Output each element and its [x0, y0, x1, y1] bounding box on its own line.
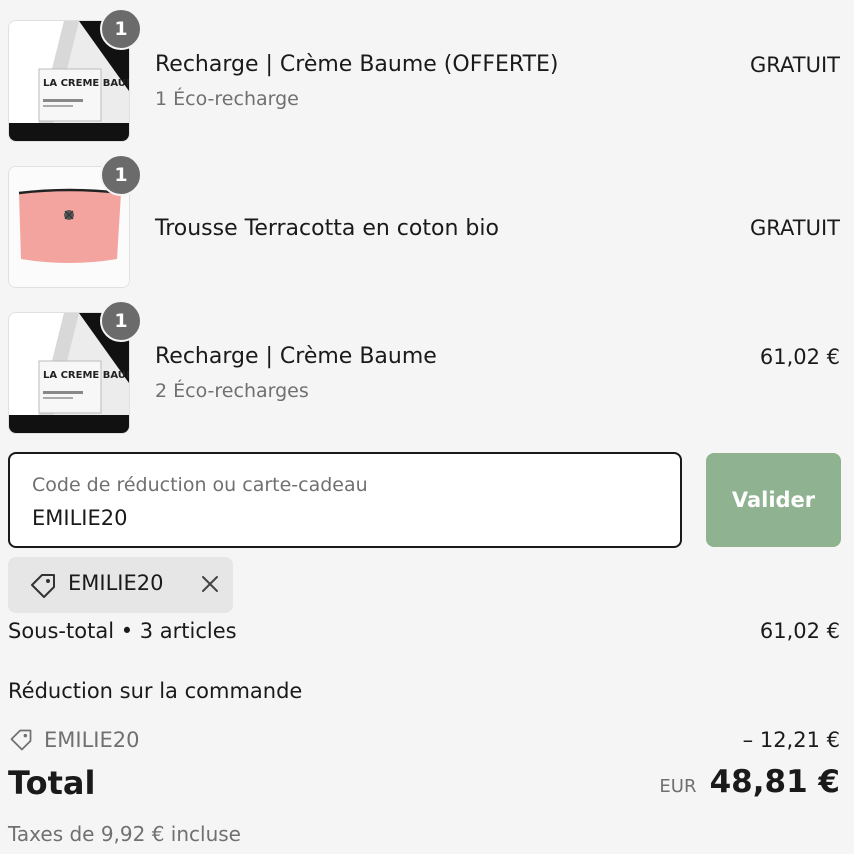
line-item: LA CREME BAUME 1 Recharge | Crème Baume …: [0, 8, 854, 142]
subtotal-value: 61,02 €: [759, 619, 840, 643]
svg-text:LA CREME BAUME: LA CREME BAUME: [43, 78, 129, 89]
total-currency: EUR: [659, 776, 697, 797]
total-value: 48,81 €: [709, 764, 840, 800]
subtotal-label: Sous-total • 3 articles: [8, 619, 237, 643]
line-item: 1 Trousse Terracotta en coton bio GRATUI…: [0, 154, 854, 288]
applied-discount-code: EMILIE20: [68, 571, 164, 595]
product-name: Trousse Terracotta en coton bio: [155, 216, 499, 241]
quantity-badge: 1: [100, 154, 142, 196]
tag-icon: [31, 574, 55, 598]
svg-text:LA CREME BAUME: LA CREME BAUME: [43, 370, 129, 381]
close-icon[interactable]: [198, 572, 222, 596]
product-name: Recharge | Crème Baume: [155, 344, 437, 369]
line-item: LA CREME BAUME 1 Recharge | Crème Baume …: [0, 300, 854, 434]
applied-discount-chip: EMILIE20: [8, 557, 233, 613]
total-row: EUR 48,81 €: [659, 764, 840, 800]
product-price: GRATUIT: [750, 216, 840, 240]
discount-code-value[interactable]: EMILIE20: [32, 506, 127, 530]
product-variant: 1 Éco-recharge: [155, 88, 299, 110]
tag-icon: [10, 729, 32, 751]
validate-button[interactable]: Valider: [706, 453, 841, 547]
product-price: 61,02 €: [759, 345, 840, 369]
product-name: Recharge | Crème Baume (OFFERTE): [155, 52, 559, 77]
product-variant: 2 Éco-recharges: [155, 380, 309, 402]
order-discount-heading: Réduction sur la commande: [8, 679, 303, 703]
product-price: GRATUIT: [750, 53, 840, 77]
order-discount-code: EMILIE20: [44, 728, 140, 752]
order-discount-value: – 12,21 €: [742, 728, 840, 752]
taxes-note: Taxes de 9,92 € incluse: [8, 822, 241, 846]
discount-code-placeholder: Code de réduction ou carte-cadeau: [32, 474, 368, 496]
total-label: Total: [8, 764, 96, 802]
discount-code-input[interactable]: Code de réduction ou carte-cadeau EMILIE…: [8, 452, 682, 548]
quantity-badge: 1: [100, 300, 142, 342]
quantity-badge: 1: [100, 8, 142, 50]
